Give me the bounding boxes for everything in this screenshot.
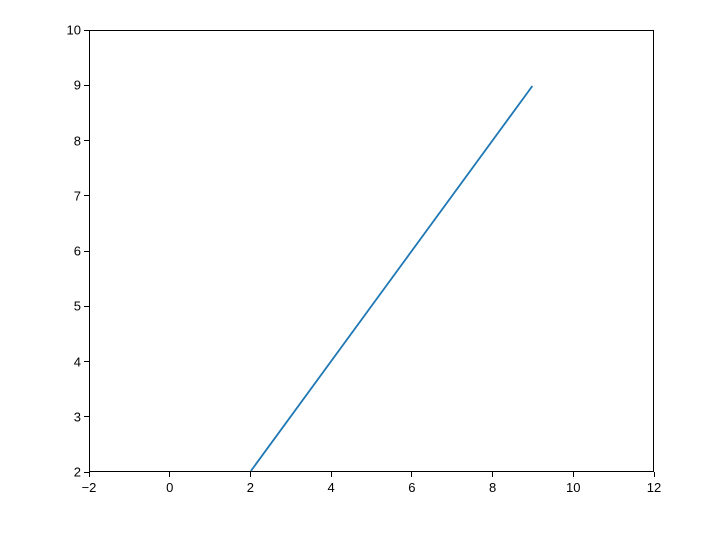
y-tick — [84, 306, 89, 307]
x-tick — [654, 472, 655, 477]
y-tick-label: 3 — [74, 409, 81, 424]
y-tick — [84, 195, 89, 196]
y-tick-label: 10 — [67, 23, 81, 38]
y-tick-label: 8 — [74, 133, 81, 148]
x-tick-label: 12 — [647, 480, 661, 495]
y-tick-label: 4 — [74, 354, 81, 369]
y-tick — [84, 140, 89, 141]
y-tick — [84, 416, 89, 417]
chart-container: −2 0 2 4 6 8 10 12 2 3 4 5 6 7 8 9 10 — [0, 0, 712, 533]
plot-area — [89, 30, 654, 472]
y-tick-label: 6 — [74, 244, 81, 259]
x-tick — [250, 472, 251, 477]
y-tick — [84, 361, 89, 362]
y-tick — [84, 251, 89, 252]
x-tick-label: 4 — [328, 480, 335, 495]
x-tick-label: 6 — [408, 480, 415, 495]
x-tick — [573, 472, 574, 477]
y-tick-label: 5 — [74, 299, 81, 314]
x-tick-label: 2 — [247, 480, 254, 495]
y-tick — [84, 30, 89, 31]
y-tick-label: 2 — [74, 465, 81, 480]
x-tick — [169, 472, 170, 477]
y-tick — [84, 85, 89, 86]
x-tick — [492, 472, 493, 477]
line-svg — [90, 31, 653, 471]
y-tick-label: 7 — [74, 188, 81, 203]
data-line — [251, 86, 533, 471]
x-tick-label: −2 — [82, 480, 97, 495]
x-tick — [331, 472, 332, 477]
x-tick-label: 8 — [489, 480, 496, 495]
x-tick-label: 0 — [166, 480, 173, 495]
x-tick — [89, 472, 90, 477]
y-tick-label: 9 — [74, 78, 81, 93]
x-tick — [411, 472, 412, 477]
x-tick-label: 10 — [566, 480, 580, 495]
y-tick — [84, 472, 89, 473]
